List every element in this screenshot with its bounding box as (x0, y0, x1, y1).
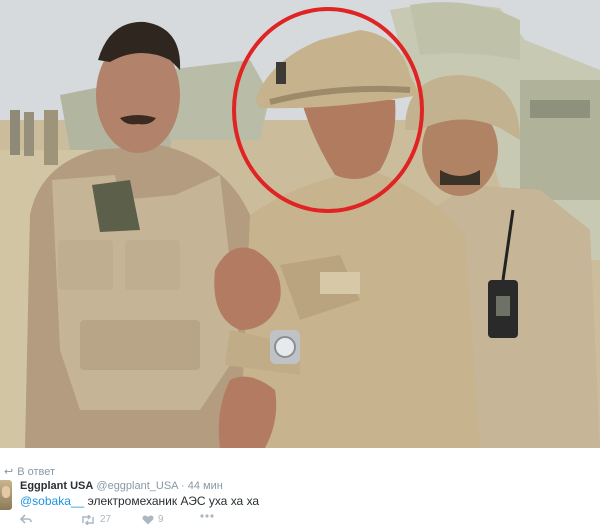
tweet-actions: 27 9 (20, 514, 260, 525)
more-button[interactable] (200, 514, 214, 518)
photo-illustration (0, 0, 600, 448)
retweet-icon (82, 514, 94, 525)
tweet-photo[interactable] (0, 0, 600, 448)
reply-icon (20, 514, 32, 524)
reply-context[interactable]: ↩ В ответ (4, 465, 55, 478)
tweet-header: Eggplant USA @eggplant_USA · 44 мин (20, 480, 223, 492)
reply-context-arrow-icon: ↩ (4, 466, 14, 478)
retweet-button[interactable]: 27 (80, 514, 111, 525)
retweet-count: 27 (100, 514, 112, 525)
header-separator: · (180, 480, 185, 492)
tweet-text: @sobaka__ электромеханик АЭС уха ха ха (20, 494, 259, 508)
avatar[interactable] (0, 480, 12, 510)
tweet-card: ↩ В ответ Eggplant USA @eggplant_USA · 44… (0, 448, 600, 525)
like-button[interactable]: 9 (142, 514, 164, 525)
author-handle[interactable]: @eggplant_USA (96, 480, 178, 492)
reply-button[interactable] (20, 514, 32, 524)
author-name[interactable]: Eggplant USA (20, 480, 93, 492)
heart-icon (142, 514, 154, 524)
reply-context-label: В ответ (17, 466, 56, 478)
tweet-timestamp[interactable]: 44 мин (188, 480, 223, 492)
mention-link[interactable]: @sobaka__ (20, 494, 84, 508)
more-icon (200, 514, 214, 518)
tweet-body-text: электромеханик АЭС уха ха ха (87, 494, 260, 508)
like-count: 9 (158, 514, 164, 525)
